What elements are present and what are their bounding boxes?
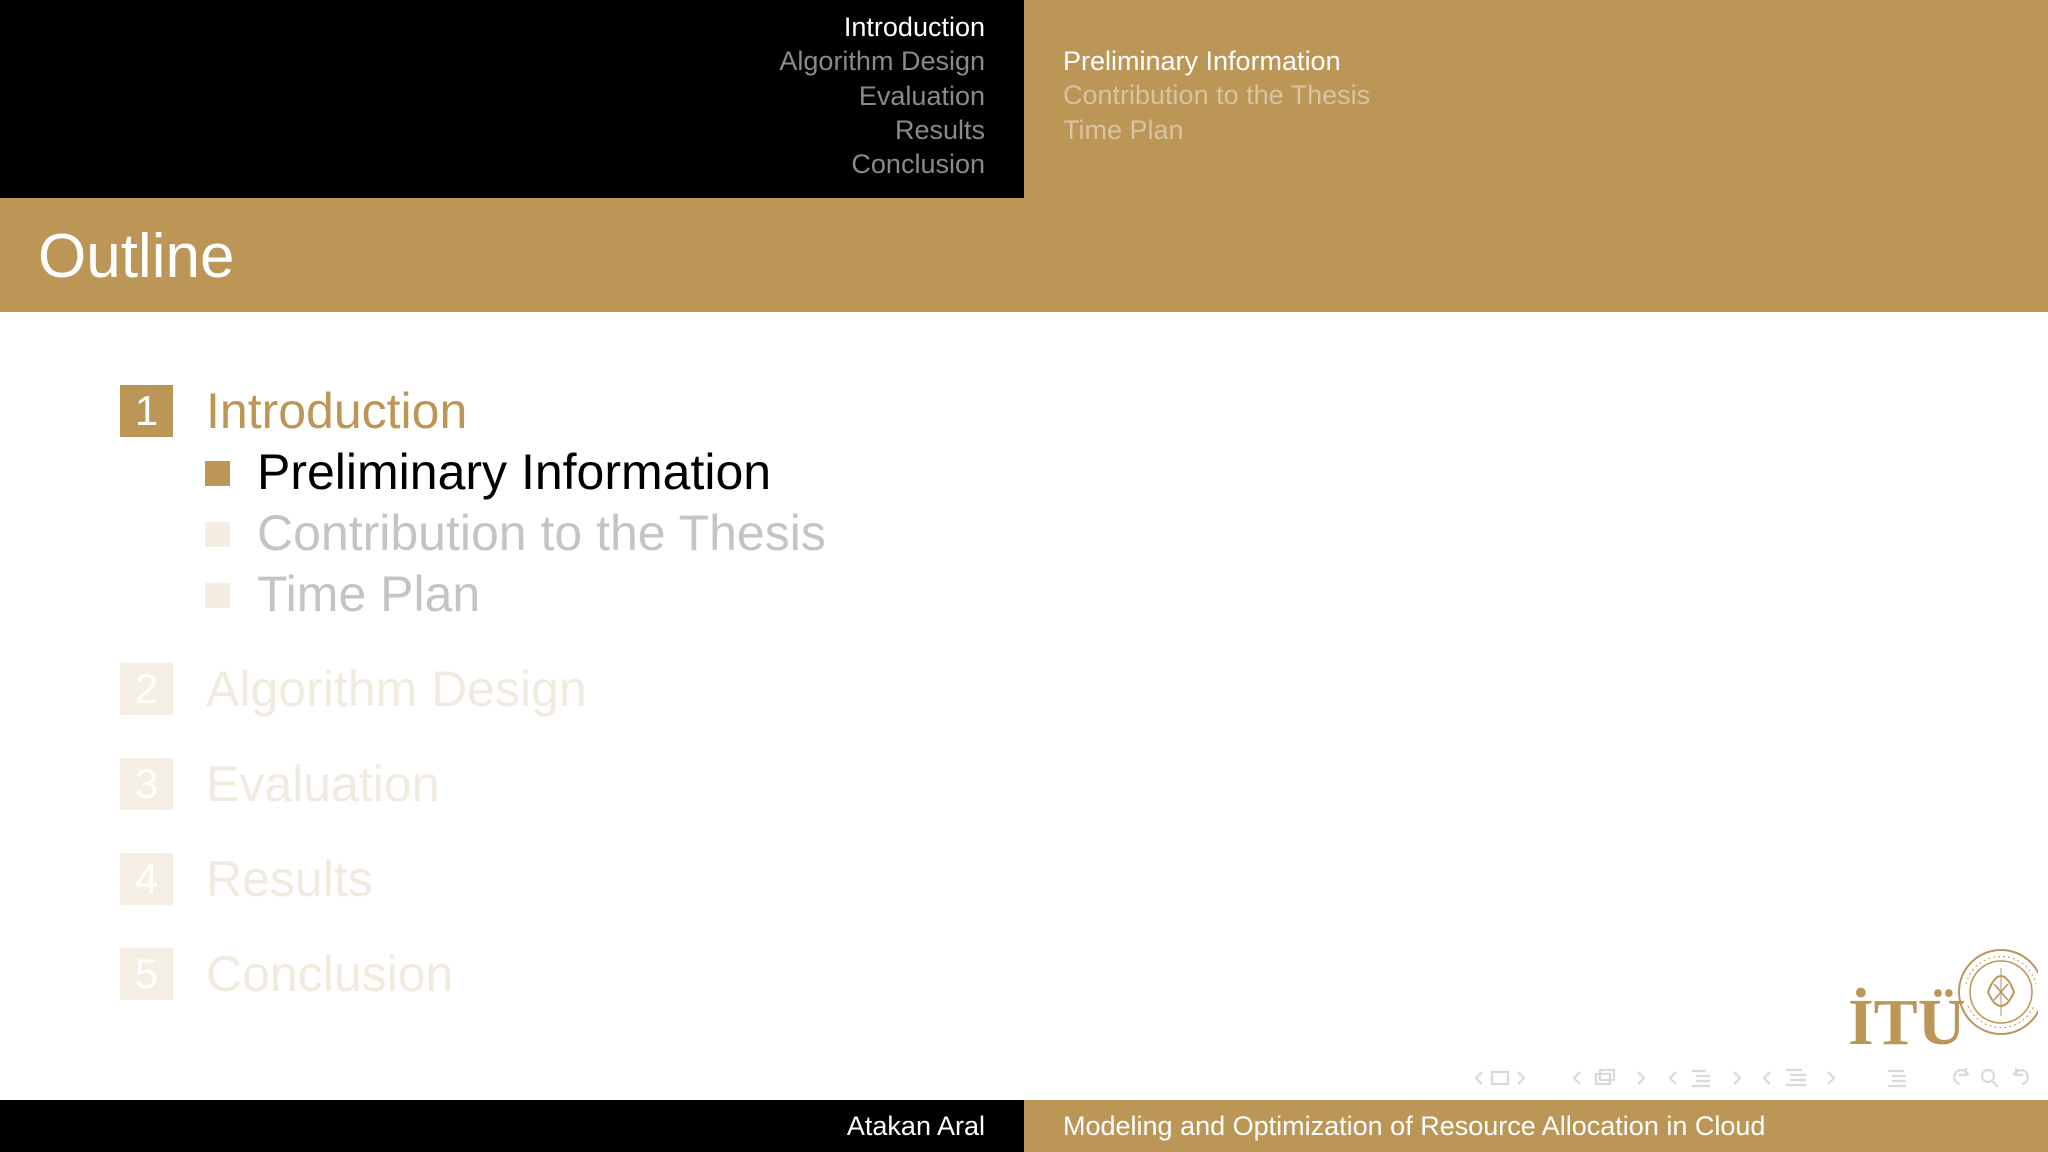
frame-title-bar: Outline — [0, 198, 2048, 312]
itu-logo: İTÜ — [1848, 949, 2038, 1056]
toc-section-title: Evaluation — [206, 756, 440, 812]
toc-section-title: Conclusion — [206, 946, 454, 1002]
nav-section-group[interactable] — [1762, 1068, 1836, 1087]
square-bullet-icon — [205, 522, 230, 547]
nav-section-evaluation[interactable]: Evaluation — [779, 79, 985, 113]
section-navigation-list: Introduction Algorithm Design Evaluation… — [779, 10, 985, 181]
nav-subsection-group[interactable] — [1668, 1069, 1742, 1088]
footer-title-bar: Modeling and Optimization of Resource Al… — [1024, 1100, 2048, 1152]
university-seal-icon — [1958, 949, 2038, 1035]
toc-subsection-title: Contribution to the Thesis — [257, 505, 826, 561]
toc-subsection-title: Time Plan — [257, 566, 481, 622]
square-bullet-icon — [205, 461, 230, 486]
square-bullet-icon — [205, 583, 230, 608]
nav-section-conclusion[interactable]: Conclusion — [779, 147, 985, 181]
nav-section-results[interactable]: Results — [779, 113, 985, 147]
header-subsection-nav: Preliminary Information Contribution to … — [1024, 0, 2048, 198]
nav-forward-icon[interactable] — [2012, 1068, 2029, 1086]
toc-section-title: Algorithm Design — [206, 661, 587, 717]
header-section-nav: Introduction Algorithm Design Evaluation… — [0, 0, 1024, 198]
toc-section-number: 5 — [120, 948, 173, 1000]
toc-section-title: Introduction — [206, 383, 468, 439]
nav-frame-group[interactable] — [1572, 1068, 1646, 1086]
nav-section-introduction[interactable]: Introduction — [779, 10, 985, 44]
toc-section-number: 3 — [120, 758, 173, 810]
itu-logo-text: İTÜ — [1848, 986, 1965, 1056]
nav-section-algorithm-design[interactable]: Algorithm Design — [779, 44, 985, 78]
footer-presentation-title: Modeling and Optimization of Resource Al… — [1063, 1111, 1766, 1141]
footer-author: Atakan Aral — [846, 1111, 985, 1141]
frame-title: Outline — [38, 222, 235, 291]
nav-subsection-time-plan[interactable]: Time Plan — [1063, 113, 1370, 147]
subsection-navigation-list: Preliminary Information Contribution to … — [1063, 44, 1370, 147]
nav-document-icon[interactable] — [1888, 1069, 1906, 1088]
toc-section-number: 1 — [120, 385, 173, 437]
toc-section-number: 4 — [120, 853, 173, 905]
nav-slide-group[interactable] — [1474, 1070, 1526, 1086]
nav-subsection-preliminary-information[interactable]: Preliminary Information — [1063, 44, 1370, 78]
beamer-navigation-symbols — [1474, 1068, 2029, 1088]
toc-subsection-title: Preliminary Information — [257, 444, 772, 500]
nav-search-icon[interactable] — [1980, 1068, 1999, 1088]
nav-subsection-contribution[interactable]: Contribution to the Thesis — [1063, 78, 1370, 112]
nav-back-icon[interactable] — [1953, 1068, 1970, 1086]
footer-author-bar: Atakan Aral — [0, 1100, 1024, 1152]
toc-section-number: 2 — [120, 663, 173, 715]
toc-section-title: Results — [206, 851, 373, 907]
